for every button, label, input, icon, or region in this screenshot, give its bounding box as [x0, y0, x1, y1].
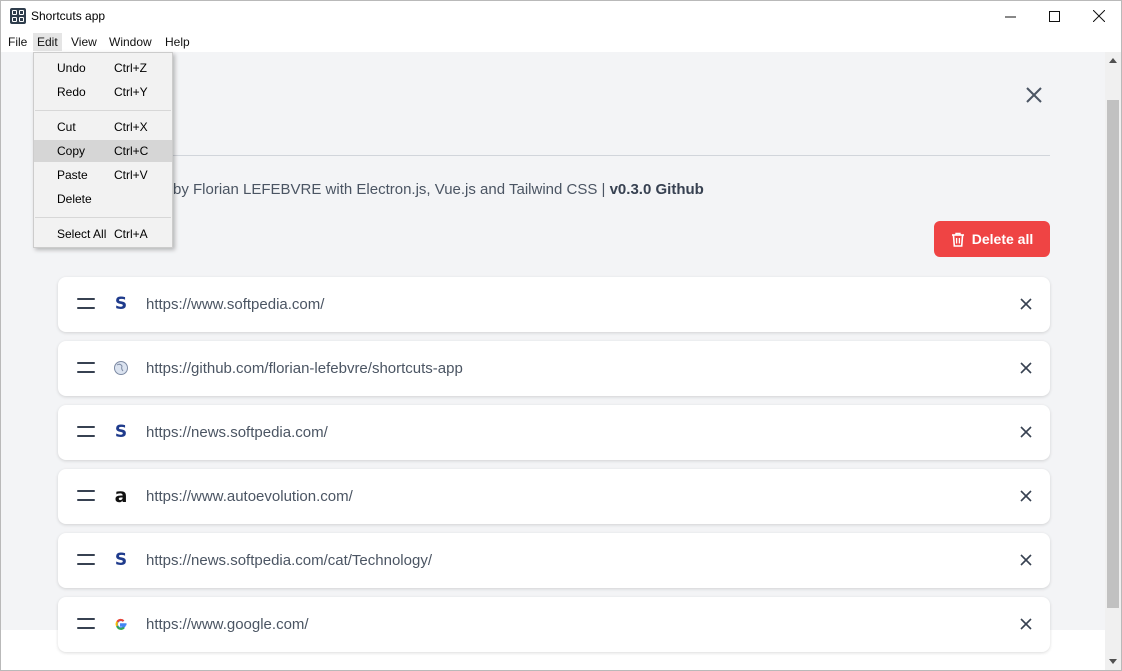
scrollbar-thumb[interactable]	[1107, 100, 1119, 608]
shortcut-row[interactable]: S https://www.softpedia.com/	[58, 277, 1050, 332]
menu-edit[interactable]: Edit	[33, 33, 62, 51]
menu-bar: File Edit View Window Help	[1, 31, 1121, 52]
menu-item-copy[interactable]: Copy Ctrl+C	[34, 140, 172, 162]
globe-icon	[114, 361, 128, 375]
shortcut-row[interactable]: a https://www.autoevolution.com/	[58, 469, 1050, 524]
credits-text: by Florian LEFEBVRE with Electron.js, Vu…	[173, 181, 606, 198]
drag-handle-icon[interactable]	[77, 425, 95, 439]
app-icon	[10, 8, 26, 24]
shortcut-row[interactable]: S https://news.softpedia.com/cat/Technol…	[58, 533, 1050, 588]
menu-item-cut[interactable]: Cut Ctrl+X	[34, 116, 172, 138]
menu-help[interactable]: Help	[161, 33, 194, 51]
divider	[58, 155, 1050, 156]
shortcut-url[interactable]: https://www.autoevolution.com/	[146, 488, 353, 505]
credits-line: by Florian LEFEBVRE with Electron.js, Vu…	[173, 181, 704, 198]
close-icon	[1026, 87, 1042, 103]
autoevolution-icon: a	[114, 485, 128, 507]
menu-item-undo[interactable]: Undo Ctrl+Z	[34, 57, 172, 79]
menu-file[interactable]: File	[4, 33, 31, 51]
close-window-button[interactable]	[1076, 1, 1121, 31]
scroll-down-arrow-icon[interactable]	[1105, 653, 1121, 670]
app-window: Shortcuts app File Edit View Window Help…	[0, 0, 1122, 671]
menu-separator	[35, 110, 171, 111]
shortcut-row[interactable]: https://www.google.com/	[58, 597, 1050, 652]
remove-shortcut-icon[interactable]	[1019, 361, 1033, 375]
remove-shortcut-icon[interactable]	[1019, 617, 1033, 631]
menu-separator	[35, 217, 171, 218]
delete-all-button[interactable]: Delete all	[934, 221, 1050, 257]
drag-handle-icon[interactable]	[77, 553, 95, 567]
drag-handle-icon[interactable]	[77, 617, 95, 631]
remove-shortcut-icon[interactable]	[1019, 425, 1033, 439]
version-label: v0.3.0	[609, 181, 652, 198]
menu-item-redo[interactable]: Redo Ctrl+Y	[34, 81, 172, 103]
vertical-scrollbar[interactable]	[1105, 52, 1121, 670]
shortcut-row[interactable]: https://github.com/florian-lefebvre/shor…	[58, 341, 1050, 396]
shortcut-url[interactable]: https://news.softpedia.com/	[146, 424, 328, 441]
menu-item-select-all[interactable]: Select All Ctrl+A	[34, 223, 172, 245]
menu-window[interactable]: Window	[105, 33, 156, 51]
softpedia-icon: S	[114, 294, 128, 314]
remove-shortcut-icon[interactable]	[1019, 297, 1033, 311]
shortcut-url[interactable]: https://www.softpedia.com/	[146, 296, 324, 313]
drag-handle-icon[interactable]	[77, 297, 95, 311]
close-icon	[1093, 10, 1105, 22]
drag-handle-icon[interactable]	[77, 361, 95, 375]
scroll-up-arrow-icon[interactable]	[1105, 52, 1121, 69]
title-bar[interactable]: Shortcuts app	[1, 1, 1121, 31]
minimize-icon	[1004, 16, 1016, 17]
delete-all-label: Delete all	[971, 231, 1034, 247]
menu-item-paste[interactable]: Paste Ctrl+V	[34, 164, 172, 186]
drag-handle-icon[interactable]	[77, 489, 95, 503]
shortcut-url[interactable]: https://github.com/florian-lefebvre/shor…	[146, 360, 463, 377]
close-panel-button[interactable]	[1021, 82, 1047, 108]
softpedia-icon: S	[114, 422, 128, 442]
shortcut-row[interactable]: S https://news.softpedia.com/	[58, 405, 1050, 460]
remove-shortcut-icon[interactable]	[1019, 553, 1033, 567]
window-title: Shortcuts app	[31, 9, 106, 23]
github-link[interactable]: Github	[655, 181, 703, 198]
minimize-button[interactable]	[987, 1, 1033, 31]
softpedia-icon: S	[114, 550, 128, 570]
menu-view[interactable]: View	[67, 33, 101, 51]
edit-menu-dropdown: Undo Ctrl+Z Redo Ctrl+Y Cut Ctrl+X Copy …	[33, 52, 173, 248]
menu-item-delete[interactable]: Delete	[34, 188, 172, 210]
shortcut-url[interactable]: https://www.google.com/	[146, 616, 309, 633]
shortcut-url[interactable]: https://news.softpedia.com/cat/Technolog…	[146, 552, 432, 569]
remove-shortcut-icon[interactable]	[1019, 489, 1033, 503]
trash-icon	[951, 232, 964, 247]
google-icon	[115, 618, 127, 630]
maximize-icon	[1048, 10, 1060, 22]
maximize-button[interactable]	[1031, 1, 1077, 31]
